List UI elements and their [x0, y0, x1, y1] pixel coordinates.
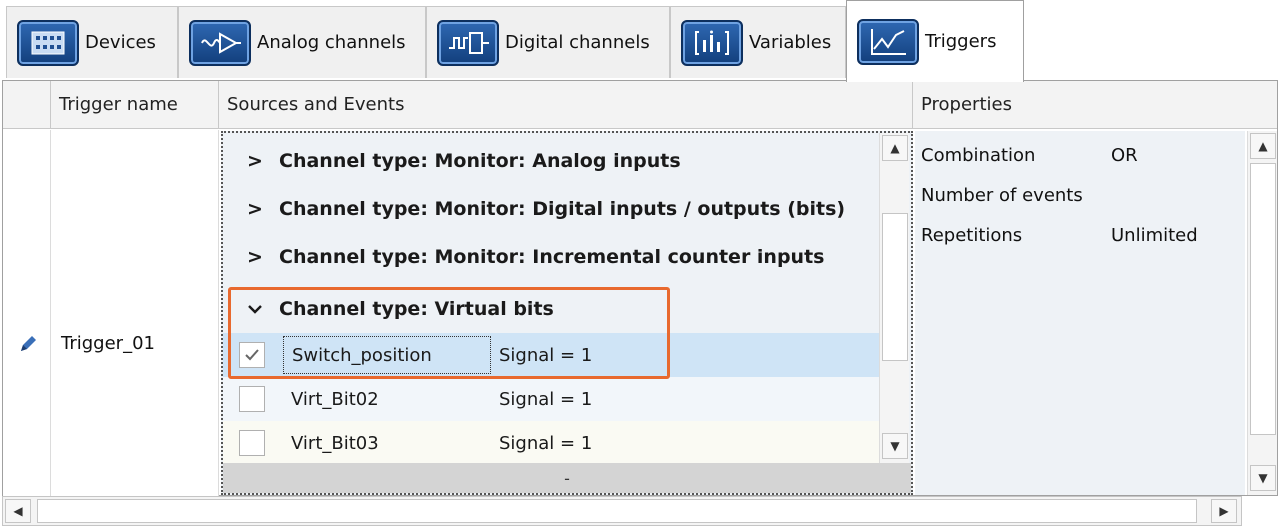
item-checkbox[interactable]	[239, 342, 265, 368]
group-virtual-bits[interactable]: Channel type: Virtual bits	[223, 285, 879, 333]
column-header-label: Properties	[921, 94, 1012, 115]
row-indicator-header	[3, 81, 51, 129]
tab-triggers[interactable]: Triggers	[846, 0, 1024, 82]
sources-events-panel[interactable]: > Channel type: Monitor: Analog inputs >…	[221, 131, 913, 495]
list-item[interactable]: Virt_Bit03 Signal = 1	[223, 421, 879, 465]
tab-digital-channels[interactable]: Digital channels	[426, 6, 670, 78]
property-key: Combination	[921, 145, 1036, 166]
column-header-properties[interactable]: Properties	[913, 81, 1277, 129]
group-analog-inputs[interactable]: > Channel type: Monitor: Analog inputs	[223, 137, 879, 185]
chevron-right-icon: >	[247, 150, 263, 172]
item-event: Signal = 1	[499, 432, 593, 454]
item-event: Signal = 1	[499, 344, 593, 366]
chevron-right-icon: >	[247, 246, 263, 268]
scrollbar-thumb[interactable]	[37, 499, 1197, 523]
trigger-name: Trigger_01	[61, 333, 155, 354]
tab-analog-channels[interactable]: Analog channels	[178, 6, 426, 78]
chevron-down-icon	[243, 303, 267, 315]
scroll-right-icon[interactable]: ▶	[1211, 499, 1237, 523]
column-header-sources-and-events[interactable]: Sources and Events	[219, 81, 913, 129]
grid-vertical-scrollbar[interactable]: ▲ ▼	[1247, 131, 1277, 495]
scroll-down-icon[interactable]: ▼	[882, 433, 908, 459]
column-header-trigger-name[interactable]: Trigger name	[51, 81, 219, 129]
item-event: Signal = 1	[499, 388, 593, 410]
scroll-up-icon[interactable]: ▲	[882, 135, 908, 161]
row-indicator[interactable]	[3, 130, 51, 496]
column-header-label: Sources and Events	[227, 94, 405, 115]
properties-panel: Combination OR Number of events Repetiti…	[915, 131, 1245, 495]
tab-label: Digital channels	[505, 32, 650, 53]
tab-variables[interactable]: Variables	[670, 6, 846, 78]
group-label: Channel type: Monitor: Incremental count…	[279, 246, 825, 268]
tab-label: Triggers	[925, 31, 997, 52]
digital-channels-icon	[437, 19, 499, 66]
list-item[interactable]: Switch_position Signal = 1	[223, 333, 879, 377]
analog-channels-icon	[189, 19, 251, 66]
tab-label: Devices	[85, 32, 156, 53]
sources-vertical-scrollbar[interactable]: ▲ ▼	[879, 133, 909, 463]
scrollbar-thumb[interactable]	[1250, 163, 1276, 435]
item-checkbox[interactable]	[239, 430, 265, 456]
scrollbar-thumb[interactable]	[882, 213, 908, 361]
checkmark-icon	[245, 349, 259, 361]
edit-pencil-icon	[21, 336, 36, 351]
horizontal-scrollbar[interactable]: ◀ ▶	[2, 496, 1242, 526]
group-label: Channel type: Monitor: Digital inputs / …	[279, 198, 846, 220]
group-digital-io[interactable]: > Channel type: Monitor: Digital inputs …	[223, 185, 879, 233]
scroll-down-icon[interactable]: ▼	[1250, 465, 1276, 491]
property-value: Unlimited	[1111, 225, 1198, 246]
tab-label: Analog channels	[257, 32, 406, 53]
tab-devices[interactable]: Devices	[6, 6, 178, 78]
tab-bar: Devices Analog channels Digital channels…	[0, 0, 1280, 82]
item-name: Switch_position	[283, 336, 491, 374]
item-name: Virt_Bit03	[291, 432, 379, 454]
group-label: Channel type: Virtual bits	[279, 298, 554, 320]
group-label: Channel type: Monitor: Analog inputs	[279, 150, 681, 172]
list-item[interactable]: Virt_Bit02 Signal = 1	[223, 377, 879, 421]
triggers-grid: Trigger name Sources and Events Properti…	[2, 80, 1278, 496]
column-header-label: Trigger name	[59, 94, 178, 115]
scroll-up-icon[interactable]: ▲	[1250, 133, 1276, 159]
footer-label: -	[564, 468, 570, 488]
scroll-left-icon[interactable]: ◀	[5, 499, 31, 523]
variables-icon	[681, 19, 743, 66]
group-incremental-counter[interactable]: > Channel type: Monitor: Incremental cou…	[223, 233, 879, 281]
property-key: Number of events	[921, 185, 1083, 206]
chevron-right-icon: >	[247, 198, 263, 220]
sources-footer[interactable]: -	[223, 463, 911, 493]
property-key: Repetitions	[921, 225, 1023, 246]
item-checkbox[interactable]	[239, 386, 265, 412]
triggers-icon	[857, 18, 919, 65]
trigger-name-cell[interactable]: Trigger_01	[51, 130, 219, 496]
devices-icon	[17, 19, 79, 66]
item-name: Virt_Bit02	[291, 388, 379, 410]
tab-label: Variables	[749, 32, 832, 53]
property-value: OR	[1111, 145, 1138, 166]
